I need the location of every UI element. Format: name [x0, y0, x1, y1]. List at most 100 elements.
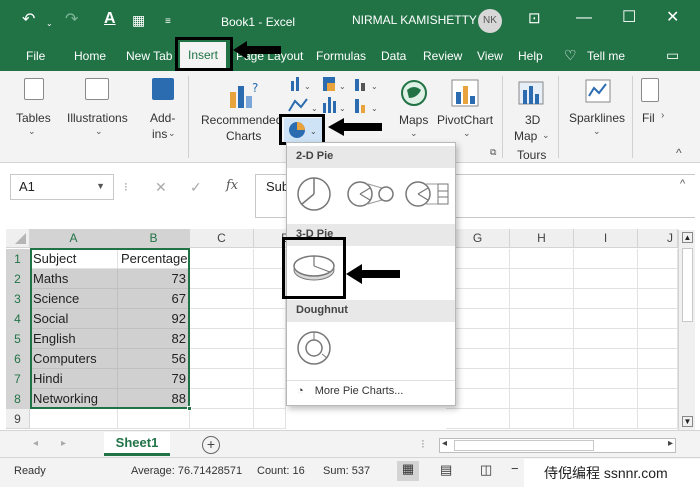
- empty-cell[interactable]: [638, 409, 678, 429]
- column-header-b[interactable]: B: [118, 229, 190, 248]
- empty-cell[interactable]: [190, 389, 254, 409]
- sparklines-label[interactable]: Sparklines: [569, 110, 625, 126]
- empty-cell[interactable]: [574, 369, 638, 389]
- maps-icon[interactable]: [399, 78, 429, 108]
- chevron-down-icon[interactable]: ⌄: [410, 128, 418, 139]
- undo-icon[interactable]: ↶: [22, 12, 35, 28]
- pie-of-pie-button[interactable]: [346, 178, 396, 210]
- empty-cell[interactable]: [574, 269, 638, 289]
- cancel-entry-icon[interactable]: ✕: [155, 179, 167, 196]
- column-header-i[interactable]: I: [574, 229, 638, 248]
- scroll-down-icon[interactable]: ▼: [682, 416, 693, 427]
- empty-cell[interactable]: [190, 349, 254, 369]
- pie-chart-button[interactable]: ⌄: [284, 118, 322, 142]
- scroll-up-icon[interactable]: ▲: [682, 232, 693, 243]
- tell-me-search[interactable]: Tell me: [587, 49, 625, 63]
- select-all-corner[interactable]: [6, 229, 30, 248]
- addins-label-1[interactable]: Add-: [150, 110, 175, 126]
- scroll-left-icon[interactable]: ◂: [442, 438, 447, 449]
- empty-cell[interactable]: [638, 269, 678, 289]
- customize-toolbar-icon[interactable]: ≡: [165, 14, 171, 30]
- cell-a[interactable]: [30, 409, 118, 429]
- chevron-down-icon[interactable]: ⌄: [542, 130, 550, 141]
- empty-cell[interactable]: [638, 309, 678, 329]
- pie-2d-button[interactable]: [294, 174, 334, 214]
- more-pie-charts-link[interactable]: ◔ More Pie Charts...: [287, 380, 455, 404]
- close-icon[interactable]: ✕: [666, 10, 679, 26]
- empty-cell[interactable]: [190, 409, 254, 429]
- empty-cell[interactable]: [510, 269, 574, 289]
- scroll-right-icon[interactable]: ▸: [668, 438, 673, 449]
- empty-cell[interactable]: [510, 289, 574, 309]
- empty-cell[interactable]: [510, 349, 574, 369]
- empty-cell[interactable]: [574, 409, 638, 429]
- fill-handle[interactable]: [187, 406, 192, 411]
- addins-icon[interactable]: [152, 78, 174, 100]
- sparklines-icon[interactable]: [584, 78, 612, 104]
- ribbon-display-icon[interactable]: ⊡: [528, 11, 541, 27]
- empty-cell[interactable]: [190, 329, 254, 349]
- font-color-icon[interactable]: A: [104, 11, 116, 27]
- empty-cell[interactable]: [510, 249, 574, 269]
- empty-cell[interactable]: [510, 409, 574, 429]
- add-sheet-icon[interactable]: +: [202, 436, 220, 454]
- empty-cell[interactable]: [254, 409, 286, 429]
- empty-cell[interactable]: [254, 369, 286, 389]
- 3d-map-icon[interactable]: [516, 78, 546, 108]
- vertical-scrollbar[interactable]: ▲ ▼: [678, 230, 695, 430]
- row-header[interactable]: 6: [6, 349, 30, 369]
- expand-formula-icon[interactable]: ^: [680, 178, 685, 190]
- empty-cell[interactable]: [254, 349, 286, 369]
- empty-cell[interactable]: [510, 389, 574, 409]
- redo-icon[interactable]: ↷: [65, 12, 78, 28]
- row-header[interactable]: 1: [6, 249, 30, 269]
- tab-formulas[interactable]: Formulas: [316, 49, 366, 63]
- row-header[interactable]: 2: [6, 269, 30, 289]
- empty-cell[interactable]: [638, 249, 678, 269]
- chevron-down-icon[interactable]: ▼: [96, 181, 105, 191]
- scroll-right-sheet-icon[interactable]: ▸: [61, 438, 66, 449]
- chevron-down-icon[interactable]: ⌄: [28, 126, 36, 137]
- tab-split-grip-icon[interactable]: ⁝: [421, 437, 425, 451]
- row-header[interactable]: 9: [6, 409, 30, 429]
- tab-data[interactable]: Data: [381, 49, 406, 63]
- name-box[interactable]: A1 ▼: [10, 174, 114, 200]
- table-icon[interactable]: [24, 78, 44, 100]
- empty-cell[interactable]: [574, 249, 638, 269]
- row-header[interactable]: 4: [6, 309, 30, 329]
- chevron-down-icon[interactable]: ⌄: [593, 126, 601, 137]
- row-header[interactable]: 8: [6, 389, 30, 409]
- scroll-left-sheet-icon[interactable]: ◂: [33, 438, 38, 449]
- zoom-out-icon[interactable]: −: [511, 461, 519, 476]
- filters-label[interactable]: Fil: [642, 110, 655, 126]
- comments-icon[interactable]: ▭: [666, 47, 679, 64]
- empty-cell[interactable]: [638, 289, 678, 309]
- chevron-down-icon[interactable]: ⌄: [463, 128, 471, 139]
- empty-cell[interactable]: [190, 309, 254, 329]
- empty-cell[interactable]: [574, 289, 638, 309]
- chart-type-buttons[interactable]: ⌄ ⌄ ⌄ ⌄ ⌄ ⌄: [287, 75, 397, 117]
- illustrations-icon[interactable]: [85, 78, 109, 100]
- tab-file[interactable]: File: [26, 49, 45, 63]
- column-header-h[interactable]: H: [510, 229, 574, 248]
- chevron-down-icon[interactable]: ⌄: [168, 128, 176, 139]
- doughnut-button[interactable]: [294, 328, 334, 368]
- normal-view-icon[interactable]: ▦: [397, 461, 419, 481]
- column-header-c[interactable]: C: [190, 229, 254, 248]
- horizontal-scrollbar[interactable]: ◂ ▸: [439, 438, 676, 453]
- empty-cell[interactable]: [574, 329, 638, 349]
- page-break-view-icon[interactable]: ◫: [480, 462, 492, 478]
- empty-cell[interactable]: [254, 389, 286, 409]
- column-header-j[interactable]: J: [638, 229, 678, 248]
- row-header[interactable]: 7: [6, 369, 30, 389]
- chevron-right-icon[interactable]: ›: [661, 110, 664, 121]
- recommended-charts-icon[interactable]: ?: [226, 80, 260, 110]
- empty-cell[interactable]: [190, 249, 254, 269]
- dialog-launcher-icon[interactable]: ⧉: [490, 147, 496, 158]
- empty-cell[interactable]: [510, 329, 574, 349]
- illustrations-label[interactable]: Illustrations: [67, 110, 128, 126]
- empty-cell[interactable]: [254, 309, 286, 329]
- chevron-down-icon[interactable]: ⌄: [95, 126, 103, 137]
- user-name[interactable]: NIRMAL KAMISHETTY: [352, 13, 477, 27]
- empty-cell[interactable]: [510, 369, 574, 389]
